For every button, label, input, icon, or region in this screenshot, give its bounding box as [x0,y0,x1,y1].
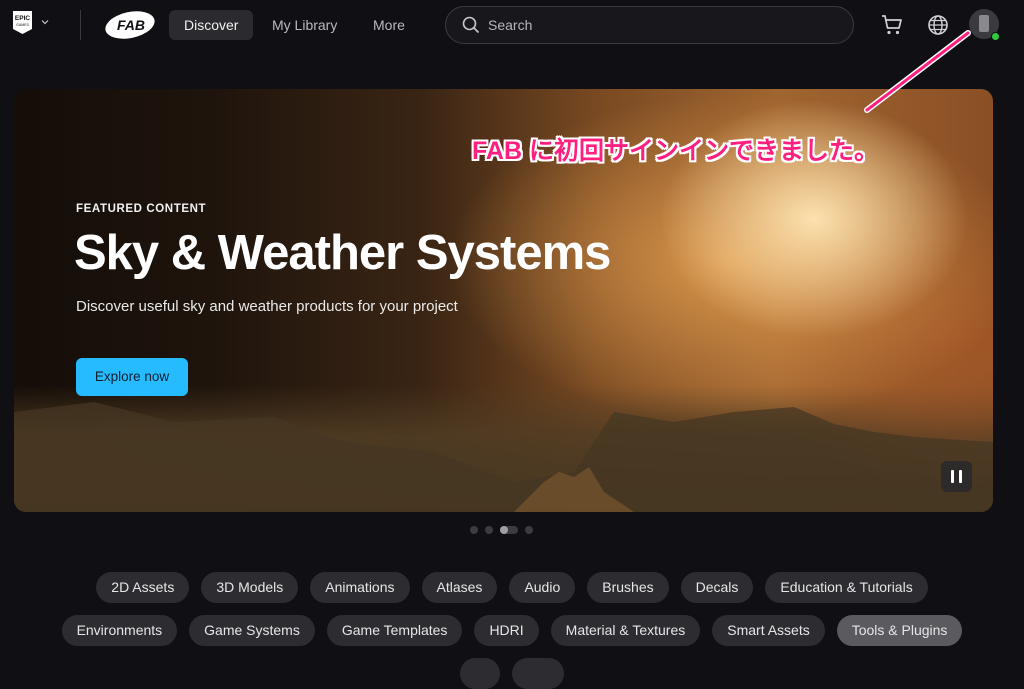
chip-row-2: Environments Game Systems Game Templates HD… [0,615,1024,646]
svg-text:FAB: FAB [117,17,145,33]
category-chip[interactable]: 2D Assets [96,572,190,603]
carousel-dot-active[interactable] [500,526,518,534]
globe-icon[interactable] [925,12,951,38]
avatar-image [979,15,989,32]
hero-subtitle: Discover useful sky and weather products… [76,298,458,315]
search-bar[interactable] [445,6,854,44]
category-chip[interactable]: Audio [509,572,576,603]
search-input[interactable] [488,7,838,43]
category-chip[interactable]: Game Systems [189,615,315,646]
chevron-down-icon[interactable] [40,17,50,27]
category-chip[interactable]: Animations [310,572,410,603]
svg-text:EPIC: EPIC [15,15,30,22]
fab-logo-icon[interactable]: FAB [104,10,156,40]
top-nav: EPIC GAMES FAB Discover My Library More [0,0,1024,50]
svg-text:GAMES: GAMES [16,23,29,27]
category-chip[interactable]: Education & Tutorials [765,572,928,603]
category-chip[interactable]: HDRI [474,615,539,646]
tab-my-library[interactable]: My Library [257,10,352,40]
pause-icon [951,470,954,483]
pause-icon-bar [959,470,962,483]
category-chip[interactable]: Atlases [421,572,498,603]
cart-icon[interactable] [879,12,905,38]
annotation-text: FAB に初回サインインできました。 [472,137,879,165]
category-chip[interactable]: Material & Textures [550,615,701,646]
search-icon [462,16,480,34]
hero-title: Sky & Weather Systems [74,226,611,280]
category-chip[interactable]: Game Templates [326,615,463,646]
tab-discover[interactable]: Discover [169,10,254,40]
carousel-dot[interactable] [525,526,533,534]
category-chip[interactable]: Decals [680,572,754,603]
category-chip[interactable]: Smart Assets [712,615,825,646]
hero-kicker: FEATURED CONTENT [76,203,207,215]
tab-more[interactable]: More [358,10,420,40]
nav-divider [80,10,81,40]
category-chip[interactable]: 3D Models [201,572,299,603]
explore-now-button[interactable]: Explore now [76,358,188,396]
category-chip[interactable]: Brushes [587,572,669,603]
epic-games-logo-icon[interactable]: EPIC GAMES [12,10,33,35]
carousel-indicators [470,526,533,534]
category-chip[interactable]: Tools & Plugins [836,615,963,646]
chip-row-1: 2D Assets 3D Models Animations Atlases Audio… [0,572,1024,603]
category-chip[interactable]: Environments [61,615,178,646]
pause-carousel-button[interactable] [941,461,972,492]
carousel-dot[interactable] [470,526,478,534]
carousel-dot[interactable] [485,526,493,534]
online-status-dot [991,32,1000,41]
